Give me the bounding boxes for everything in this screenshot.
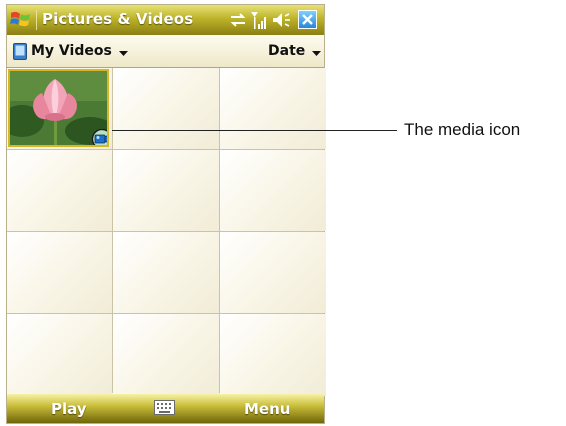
- folder-dropdown[interactable]: My Videos: [31, 43, 112, 59]
- mobile-device-icon: [13, 43, 27, 60]
- callout-label: The media icon: [404, 120, 521, 139]
- chevron-down-icon[interactable]: [312, 51, 321, 56]
- grid-cell[interactable]: [7, 68, 112, 149]
- grid-cell[interactable]: [113, 150, 219, 231]
- video-camera-icon: [91, 129, 107, 145]
- device-screen: Pictures & Videos My Videos Date Play Me…: [6, 4, 326, 424]
- close-button[interactable]: [298, 10, 317, 29]
- sort-dropdown[interactable]: Date: [268, 43, 305, 59]
- grid-cell[interactable]: [7, 150, 112, 231]
- windows-flag-icon[interactable]: [9, 8, 33, 32]
- grid-cell[interactable]: [220, 68, 326, 149]
- softkey-bar: Play Menu: [7, 394, 324, 423]
- title-separator: [36, 10, 37, 30]
- callout-line: [112, 130, 397, 131]
- grid-cell[interactable]: [220, 232, 326, 313]
- title-bar: Pictures & Videos: [7, 5, 324, 35]
- grid-cell[interactable]: [7, 314, 112, 396]
- window-title: Pictures & Videos: [42, 10, 194, 28]
- grid-cell[interactable]: [113, 232, 219, 313]
- grid-cell[interactable]: [220, 150, 326, 231]
- grid-cell[interactable]: [220, 314, 326, 396]
- signal-icon[interactable]: [250, 10, 267, 30]
- chevron-down-icon[interactable]: [119, 51, 128, 56]
- thumbnail-grid: [7, 68, 326, 396]
- menu-softkey[interactable]: Menu: [244, 400, 290, 418]
- grid-cell[interactable]: [7, 232, 112, 313]
- sync-icon[interactable]: [229, 10, 247, 30]
- speaker-icon[interactable]: [271, 10, 291, 30]
- keyboard-icon[interactable]: [154, 400, 175, 415]
- grid-cell[interactable]: [113, 68, 219, 149]
- grid-cell[interactable]: [113, 314, 219, 396]
- close-x-icon: [302, 14, 313, 25]
- play-softkey[interactable]: Play: [51, 400, 87, 418]
- folder-bar: My Videos Date: [7, 35, 324, 68]
- video-thumbnail[interactable]: [8, 69, 109, 147]
